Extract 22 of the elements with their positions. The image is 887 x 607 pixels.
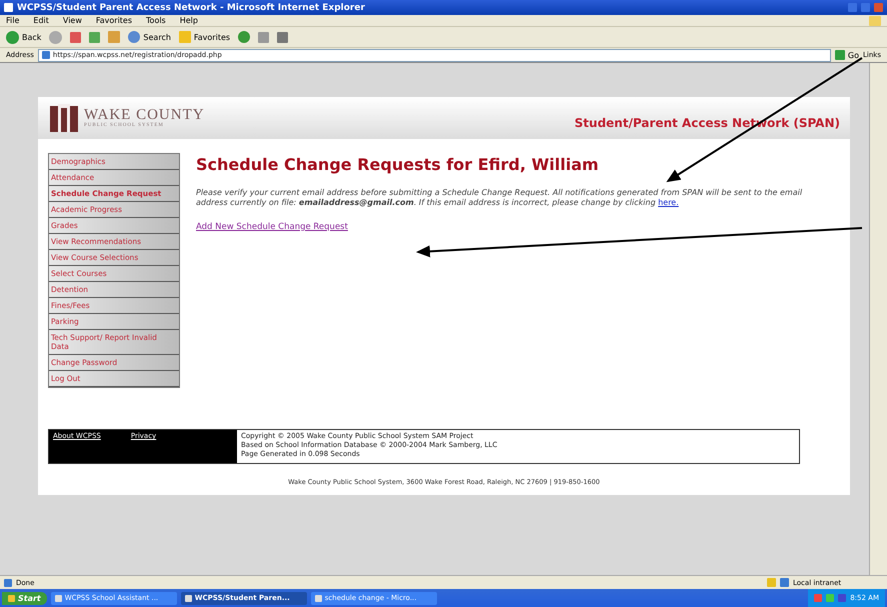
menu-item[interactable]: Help — [180, 16, 198, 25]
logo-title: WAKE COUNTY — [84, 108, 206, 123]
go-button[interactable]: Go — [834, 50, 860, 60]
menu-item[interactable]: Tools — [146, 16, 166, 25]
menu-item[interactable]: Edit — [33, 16, 49, 25]
maximize-button[interactable] — [861, 3, 870, 12]
page-heading: Schedule Change Requests for Efird, William — [196, 155, 599, 174]
menu-item[interactable]: View — [62, 16, 82, 25]
search-button[interactable]: Search — [128, 31, 171, 43]
menu-item[interactable]: Favorites — [96, 16, 132, 25]
scrollbar[interactable] — [869, 63, 887, 575]
add-request-link[interactable]: Add New Schedule Change Request — [196, 222, 348, 232]
minimize-button[interactable] — [848, 3, 857, 12]
close-button[interactable] — [874, 3, 883, 12]
back-button[interactable]: Back — [6, 30, 42, 44]
window-title: WCPSS/Student Parent Access Network - Microsoft Internet Explorer — [17, 2, 365, 12]
email-notice: Please verify your current email address before submitting a Schedule Change Request. All notifications generated from SPAN will be sent to the email address currently on file: emailaddress@gmail.com. If this email address is incorrect, please change by clicking here. — [196, 188, 804, 208]
menu-item[interactable]: File — [6, 16, 20, 25]
change-email-link[interactable]: here. — [658, 198, 679, 207]
favorites-button[interactable]: Favorites — [178, 31, 230, 43]
start-button[interactable]: Start — [2, 592, 47, 604]
school-logo-icon — [50, 104, 78, 132]
